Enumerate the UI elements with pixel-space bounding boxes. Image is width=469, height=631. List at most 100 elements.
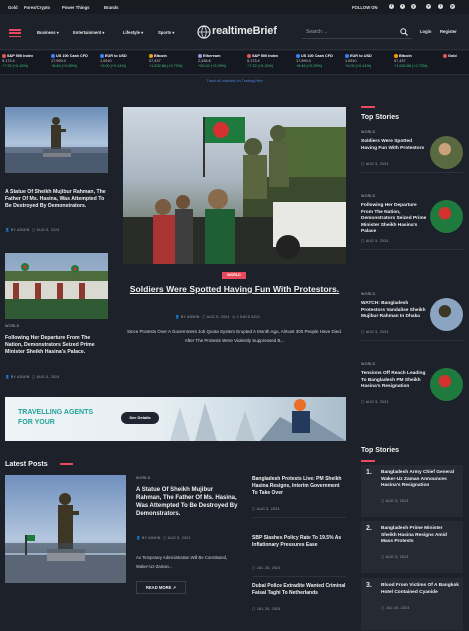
nav-sports[interactable]: Sports ▾: [158, 30, 175, 35]
hero-image[interactable]: [123, 107, 346, 264]
travel-ad-banner[interactable]: TRAVELLING AGENTS FOR YOUR See Details: [5, 397, 346, 441]
left-article-2-meta: 👤 BY ADMIN ▢ AUG 5, 2024: [5, 375, 60, 379]
top-story-date: ▢ AUG 5, 2024: [361, 239, 389, 243]
ticker-name: S&P 500 Index: [252, 54, 279, 58]
top-story-category[interactable]: WORLD: [361, 130, 375, 134]
latest-posts-accent: [60, 463, 73, 465]
ticker-item[interactable]: S&P 500 Index 5,173.4 +7.32 (+0.15%): [247, 54, 295, 69]
palace-image[interactable]: [5, 253, 108, 319]
nav-business[interactable]: Business ▾: [37, 30, 59, 35]
top-story-title[interactable]: Following Her Departure From The Nation,…: [361, 203, 427, 236]
top-story-title[interactable]: Bangladesh Army Chief General Waker-Uz Z…: [381, 470, 459, 490]
top-story-date: ▢ JUL 19, 2024: [381, 605, 410, 610]
ticker-name: EUR to USD: [105, 54, 127, 58]
latest-main-meta: 👤 BY ADMIN ▢ AUG 5, 2024: [136, 536, 191, 540]
logo-text: realtimeBrief: [212, 25, 277, 37]
divider: [361, 340, 463, 342]
vimeo-icon[interactable]: v: [426, 4, 431, 9]
divider: [361, 249, 463, 250]
hero-category-badge[interactable]: WORLD: [222, 272, 246, 279]
top-story-date: ▢ AUG 5, 2024: [381, 499, 409, 504]
statue-image[interactable]: [5, 107, 108, 173]
login-link[interactable]: Login: [420, 29, 431, 34]
latest-side-title[interactable]: Bangladesh Protests Live: PM Sheikh Hasi…: [252, 476, 346, 498]
ticker-name: US 100 Cash CFD: [56, 54, 88, 58]
ticker-item[interactable]: EUR to USD 1.0910 +0.00 (+0.14%): [345, 54, 393, 69]
ticker-name: US 100 Cash CFD: [301, 54, 333, 58]
ticker-item[interactable]: S&P 500 Index 5,173.4 +7.32 (+0.15%): [2, 54, 50, 69]
left-article-2-category[interactable]: WORLD: [5, 324, 19, 328]
topbar-link-forex[interactable]: Forex/Crypto: [24, 5, 50, 10]
menu-hamburger-icon[interactable]: [9, 29, 21, 38]
nav-lifestyle[interactable]: Lifestyle ▾: [123, 30, 143, 35]
ticker-symbol-icon: [100, 54, 104, 58]
nav-entertainment[interactable]: Entertainment ▾: [73, 30, 104, 35]
top-story-title[interactable]: Tensions Off Reach Leading To Bangladesh…: [361, 371, 427, 391]
facebook-icon[interactable]: f: [389, 4, 394, 9]
latest-main-title[interactable]: A Statue Of Sheikh Mujibur Rahman, The F…: [136, 486, 240, 518]
read-more-button[interactable]: READ MORE ↗: [136, 581, 186, 594]
top-story-date: ▢ AUG 5, 2024: [361, 330, 389, 335]
divider: [252, 516, 346, 518]
ticker-item[interactable]: EUR to USD 1.0910 +0.00 (+0.14%): [100, 54, 148, 69]
youtube-icon[interactable]: y: [411, 4, 416, 9]
ticker-item[interactable]: US 100 Cash CFD 17,999.4 +8.46 (+0.05%): [296, 54, 344, 69]
ticker-item[interactable]: Bitcoin 57,437 +1,532.86 (+2.73%): [149, 54, 197, 69]
top-story-title[interactable]: WATCH: Bangladesh Protestors Vandalise S…: [361, 301, 427, 321]
top-story-thumbnail[interactable]: [430, 368, 463, 401]
top-story-thumbnail[interactable]: [430, 136, 463, 169]
latest-main-image[interactable]: [5, 475, 126, 583]
search-icon[interactable]: [400, 28, 408, 36]
hero-title[interactable]: Soldiers Were Spotted Having Fun With Pr…: [123, 284, 346, 295]
banner-headline: TRAVELLING AGENTS FOR YOUR: [18, 409, 94, 426]
ticker-change: +0.00 (+0.14%): [100, 64, 127, 68]
left-article-2-title[interactable]: Following Her Departure From The Nation,…: [5, 335, 108, 356]
instagram-icon[interactable]: i: [438, 4, 443, 9]
top-stories-numbered-heading: Top Stories: [361, 447, 399, 454]
top-story-category[interactable]: WORLD: [361, 362, 375, 366]
top-story-number: 2.: [366, 525, 372, 532]
ticker-item[interactable]: US 100 Cash CFD 17,999.4 +8.46 (+0.05%): [51, 54, 99, 69]
latest-side-date: ▢ JUL 29, 2024: [252, 606, 281, 611]
ticker-symbol-icon: [198, 54, 202, 58]
latest-side-date: ▢ JUL 28, 2024: [252, 565, 281, 570]
topbar-link-power[interactable]: Power Things: [62, 5, 89, 10]
pinterest-icon[interactable]: p: [450, 4, 455, 9]
topbar-link-brands[interactable]: Brands: [104, 5, 118, 10]
top-story-thumbnail[interactable]: [430, 200, 463, 233]
latest-side-title[interactable]: SBP Slashes Policy Rate To 19.5% As Infl…: [252, 535, 346, 549]
search-input[interactable]: Search ...: [302, 25, 412, 39]
left-article-1-title[interactable]: A Statue Of Sheikh Mujibur Rahman, The F…: [5, 189, 108, 210]
ticker-item[interactable]: Gold: [443, 54, 469, 59]
ticker-item[interactable]: Ethereum 2,438.8 +50.02 (+2.09%): [198, 54, 246, 69]
top-story-category[interactable]: WORLD: [361, 292, 375, 296]
ticker-symbol-icon: [2, 54, 6, 58]
twitter-icon[interactable]: t: [400, 4, 405, 9]
top-stories-accent: [361, 106, 375, 108]
top-story-date: ▢ AUG 5, 2024: [381, 555, 409, 560]
divider: [361, 171, 463, 173]
latest-main-category[interactable]: WORLD: [136, 476, 150, 480]
top-story-date: ▢ AUG 5, 2024: [361, 400, 389, 405]
topbar-link-gold[interactable]: Gold: [8, 5, 18, 10]
ticker-name: S&P 500 Index: [7, 54, 34, 58]
top-story-title[interactable]: Blood From Victims Of A Bangkok Hotel Co…: [381, 583, 459, 596]
top-story-number: 1.: [366, 469, 372, 476]
ticker-symbol-icon: [51, 54, 55, 58]
ticker-change: +1,532.86 (+2.73%): [149, 64, 183, 68]
tradingview-link[interactable]: Track all markets on TradingView: [0, 79, 469, 83]
ticker-symbol-icon: [296, 54, 300, 58]
left-article-1-meta: 👤 BY ADMIN ▢ AUG 5, 2024: [5, 228, 60, 232]
ticker-change: +50.02 (+2.09%): [198, 64, 227, 68]
ticker-change: +7.32 (+0.15%): [2, 64, 29, 68]
top-story-category[interactable]: WORLD: [361, 194, 375, 198]
latest-side-title[interactable]: Dubai Police Extradite Wanted Criminal F…: [252, 583, 346, 597]
top-story-thumbnail[interactable]: [430, 298, 463, 331]
top-story-title[interactable]: Bangladesh Prime Minister Sheikh Hasina …: [381, 526, 459, 546]
ticker-item[interactable]: Bitcoin 57,437 +1,532.86 (+2.73%): [394, 54, 442, 69]
latest-side-date: ▢ AUG 5, 2024: [252, 506, 280, 511]
banner-see-details-button[interactable]: See Details: [121, 412, 159, 424]
ticker-name: Ethereum: [203, 54, 221, 58]
register-link[interactable]: Register: [440, 29, 457, 34]
top-story-title[interactable]: Soldiers Were Spotted Having Fun With Pr…: [361, 139, 427, 152]
